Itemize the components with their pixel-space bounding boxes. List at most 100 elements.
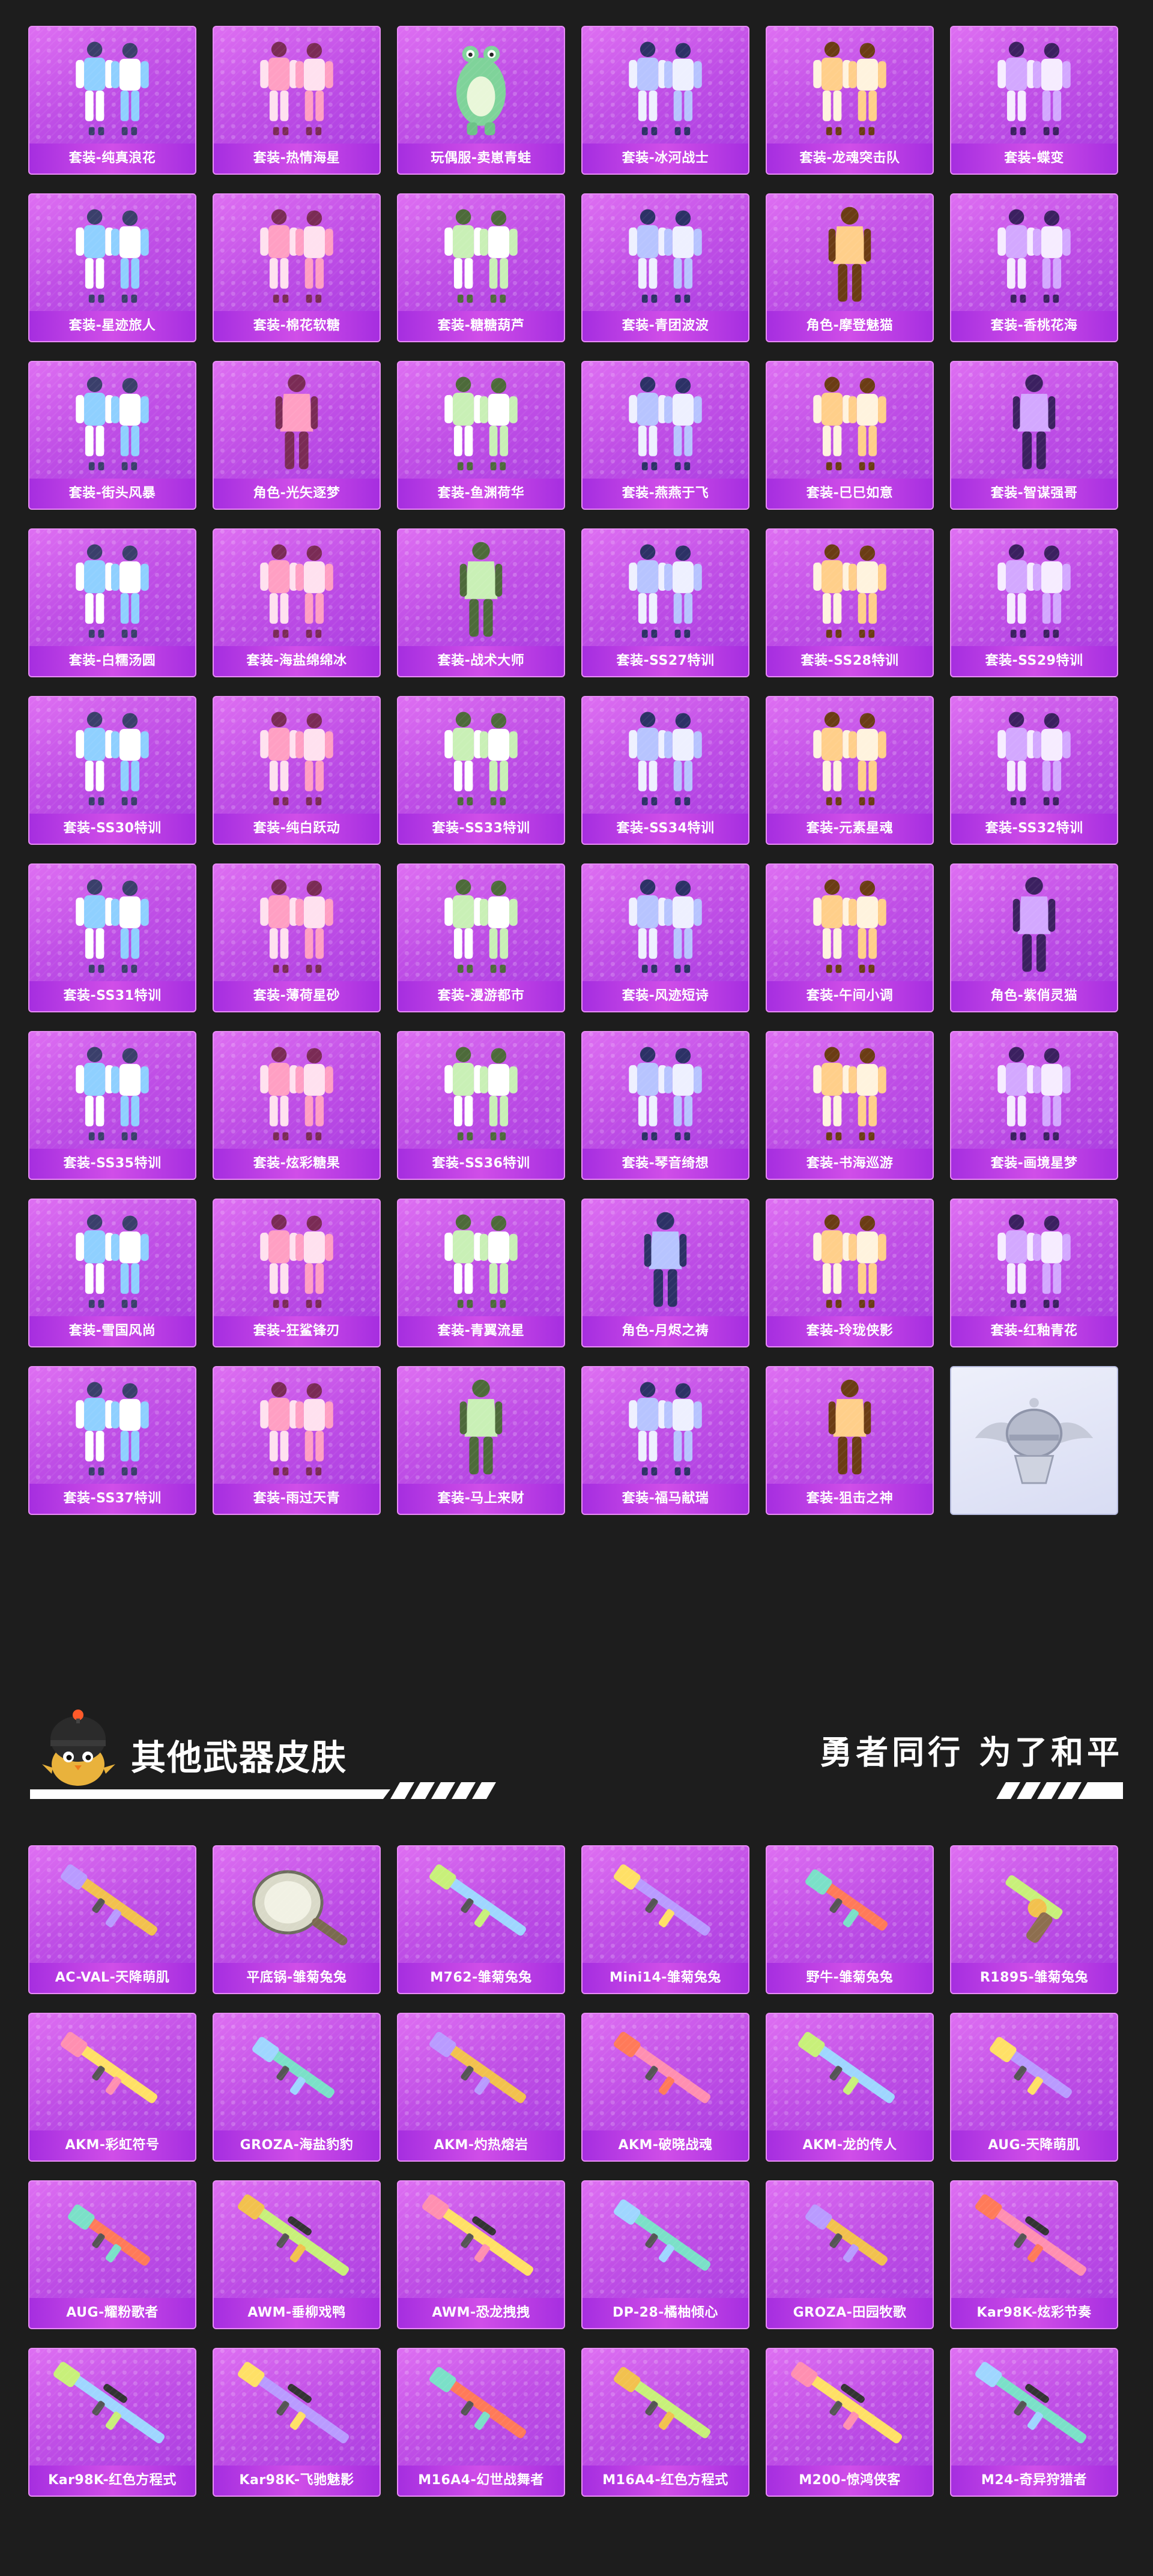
outfit-card[interactable]: 套装-SS33特训: [397, 696, 565, 845]
outfit-card[interactable]: 套装-星迹旅人: [28, 193, 196, 342]
weapon-image: [214, 2181, 380, 2298]
outfit-card[interactable]: 套装-SS37特训: [28, 1366, 196, 1515]
outfit-card[interactable]: 套装-元素星魂: [766, 696, 934, 845]
outfit-card[interactable]: 套装-智谋强哥: [950, 361, 1118, 510]
outfit-image: [29, 1032, 195, 1149]
outfit-card[interactable]: 套装-琴音绮想: [581, 1031, 749, 1180]
outfit-card[interactable]: 套装-狂鲨锋刃: [213, 1199, 381, 1347]
outfit-image: [214, 362, 380, 479]
outfit-card[interactable]: 套装-画境星梦: [950, 1031, 1118, 1180]
outfit-card[interactable]: 套装-书海巡游: [766, 1031, 934, 1180]
outfit-card[interactable]: 套装-SS27特训: [581, 528, 749, 677]
weapon-skin-card[interactable]: M16A4-幻世战舞者: [397, 2348, 565, 2497]
outfit-card[interactable]: 角色-紫俏灵猫: [950, 863, 1118, 1012]
outfit-card[interactable]: 套装-白糯汤圆: [28, 528, 196, 677]
outfit-card[interactable]: 套装-SS32特训: [950, 696, 1118, 845]
weapon-skin-card[interactable]: AKM-灼热熔岩: [397, 2013, 565, 2162]
weapon-skin-card[interactable]: Kar98K-飞驰魅影: [213, 2348, 381, 2497]
outfit-card[interactable]: 角色-摩登魅猫: [766, 193, 934, 342]
card-label: 套装-SS32特训: [951, 814, 1117, 844]
outfit-image: [951, 362, 1117, 479]
outfit-card[interactable]: 套装-玲珑侠影: [766, 1199, 934, 1347]
weapon-skin-card[interactable]: GROZA-田园牧歌: [766, 2180, 934, 2329]
weapon-skin-card[interactable]: Kar98K-红色方程式: [28, 2348, 196, 2497]
weapon-skin-card[interactable]: M24-奇异狩猎者: [950, 2348, 1118, 2497]
outfit-card[interactable]: 套装-蝶变: [950, 26, 1118, 175]
outfit-card[interactable]: 套装-SS30特训: [28, 696, 196, 845]
weapon-skin-card[interactable]: Mini14-雏菊兔兔: [581, 1845, 749, 1994]
outfit-card[interactable]: 角色-光矢逐梦: [213, 361, 381, 510]
weapon-grid: AC-VAL-天降萌肌 平底锅-雏菊兔兔 M762-雏菊兔兔 Mini14-雏菊…: [0, 1845, 1153, 2497]
card-label: 套装-SS31特训: [29, 981, 195, 1011]
card-label: 角色-紫俏灵猫: [951, 981, 1117, 1011]
outfit-card[interactable]: 套装-青翼流星: [397, 1199, 565, 1347]
outfit-card[interactable]: 套装-SS28特训: [766, 528, 934, 677]
card-label: AUG-天降萌肌: [951, 2130, 1117, 2160]
outfit-card[interactable]: 套装-马上来财: [397, 1366, 565, 1515]
outfit-card[interactable]: 套装-海盐绵绵冰: [213, 528, 381, 677]
outfit-card[interactable]: 套装-青团波波: [581, 193, 749, 342]
outfit-card[interactable]: 套装-龙魂突击队: [766, 26, 934, 175]
outfit-card[interactable]: 套装-SS36特训: [397, 1031, 565, 1180]
outfit-image: [583, 1200, 748, 1316]
outfit-card[interactable]: 套装-糖糖葫芦: [397, 193, 565, 342]
weapon-skin-card[interactable]: M200-惊鸿侠客: [766, 2348, 934, 2497]
outfit-image: [767, 530, 933, 646]
weapon-skin-card[interactable]: R1895-雏菊兔兔: [950, 1845, 1118, 1994]
weapon-skin-card[interactable]: AC-VAL-天降萌肌: [28, 1845, 196, 1994]
outfit-card[interactable]: 套装-午间小调: [766, 863, 934, 1012]
outfit-card[interactable]: 套装-SS35特训: [28, 1031, 196, 1180]
outfit-card[interactable]: 套装-棉花软糖: [213, 193, 381, 342]
outfit-card[interactable]: 套装-狙击之神: [766, 1366, 934, 1515]
card-label: 玩偶服-卖崽青蛙: [398, 144, 564, 174]
weapon-skin-card[interactable]: AWM-垂柳戏鸭: [213, 2180, 381, 2329]
weapon-skin-card[interactable]: M16A4-红色方程式: [581, 2348, 749, 2497]
outfit-card[interactable]: 套装-巳巳如意: [766, 361, 934, 510]
weapon-skin-card[interactable]: AWM-恐龙拽拽: [397, 2180, 565, 2329]
outfit-card[interactable]: 套装-雪国风尚: [28, 1199, 196, 1347]
outfit-card[interactable]: 玩偶服-卖崽青蛙: [397, 26, 565, 175]
weapon-skin-card[interactable]: AKM-彩虹符号: [28, 2013, 196, 2162]
card-label: 套装-青翼流星: [398, 1316, 564, 1346]
weapon-skin-card[interactable]: 野牛-雏菊兔兔: [766, 1845, 934, 1994]
outfit-card[interactable]: 套装-纯真浪花: [28, 26, 196, 175]
weapon-skin-card[interactable]: AKM-破晓战魂: [581, 2013, 749, 2162]
weapon-skin-card[interactable]: GROZA-海盐豹豹: [213, 2013, 381, 2162]
outfit-card[interactable]: 套装-SS31特训: [28, 863, 196, 1012]
outfit-card[interactable]: 套装-热情海星: [213, 26, 381, 175]
outfit-card[interactable]: 套装-纯白跃动: [213, 696, 381, 845]
card-label: 套装-狙击之神: [767, 1484, 933, 1514]
outfit-card[interactable]: 套装-SS34特训: [581, 696, 749, 845]
outfit-image: [29, 1200, 195, 1316]
weapon-skin-card[interactable]: AUG-天降萌肌: [950, 2013, 1118, 2162]
outfit-card[interactable]: 套装-漫游都市: [397, 863, 565, 1012]
weapon-skin-card[interactable]: M762-雏菊兔兔: [397, 1845, 565, 1994]
card-label: 套装-龙魂突击队: [767, 144, 933, 174]
outfit-card[interactable]: 套装-风迹短诗: [581, 863, 749, 1012]
outfit-card[interactable]: 套装-燕燕于飞: [581, 361, 749, 510]
outfit-card[interactable]: 套装-冰河战士: [581, 26, 749, 175]
outfit-card[interactable]: 套装-鱼渊荷华: [397, 361, 565, 510]
outfit-card[interactable]: 角色-月烬之祷: [581, 1199, 749, 1347]
card-label: 套装-鱼渊荷华: [398, 479, 564, 509]
section-header: 其他武器皮肤 勇者同行 为了和平: [0, 1693, 1153, 1801]
outfit-card[interactable]: 套装-薄荷星砂: [213, 863, 381, 1012]
outfit-image: [951, 1032, 1117, 1149]
weapon-skin-card[interactable]: AKM-龙的传人: [766, 2013, 934, 2162]
outfit-card[interactable]: 套装-战术大师: [397, 528, 565, 677]
outfit-card[interactable]: 套装-SS29特训: [950, 528, 1118, 677]
card-label: 套装-糖糖葫芦: [398, 311, 564, 341]
weapon-skin-card[interactable]: DP-28-橘柚倾心: [581, 2180, 749, 2329]
card-label: 套装-燕燕于飞: [583, 479, 748, 509]
outfit-card[interactable]: 套装-红釉青花: [950, 1199, 1118, 1347]
outfit-card[interactable]: 套装-雨过天青: [213, 1366, 381, 1515]
weapon-skin-card[interactable]: AUG-耀粉歌者: [28, 2180, 196, 2329]
weapon-image: [29, 2181, 195, 2298]
outfit-card[interactable]: 套装-街头风暴: [28, 361, 196, 510]
weapon-skin-card[interactable]: Kar98K-炫彩节奏: [950, 2180, 1118, 2329]
outfit-card[interactable]: 套装-香桃花海: [950, 193, 1118, 342]
outfit-image: [767, 1200, 933, 1316]
outfit-card[interactable]: 套装-炫彩糖果: [213, 1031, 381, 1180]
outfit-card[interactable]: 套装-福马献瑞: [581, 1366, 749, 1515]
weapon-skin-card[interactable]: 平底锅-雏菊兔兔: [213, 1845, 381, 1994]
